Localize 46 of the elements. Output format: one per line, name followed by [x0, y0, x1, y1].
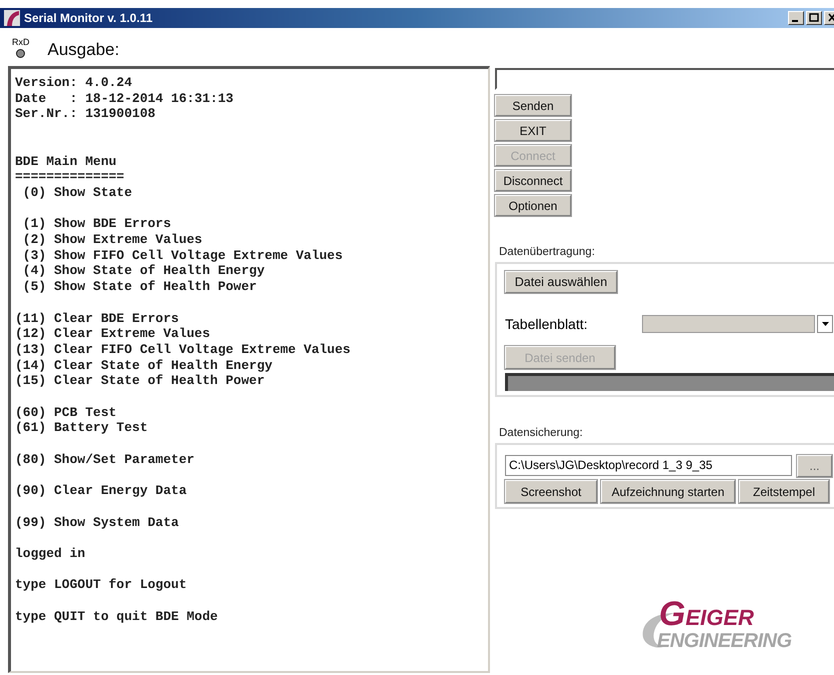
console-line: (0) Show State — [22, 184, 132, 201]
action-button[interactable]: Zeitstempel — [739, 480, 829, 503]
console-line: (14) Clear State of Health Energy — [15, 358, 272, 374]
group-label: Datensicherung: — [499, 427, 584, 439]
window-title: Serial Monitor v. 1.0.11 — [24, 11, 154, 25]
console-line: Ser.Nr.: 131900108 — [15, 106, 156, 122]
command-button[interactable]: Optionen — [495, 195, 571, 216]
command-button[interactable]: Disconnect — [495, 170, 571, 191]
logo-text: GEIGER — [659, 597, 755, 631]
console-line: (4) Show State of Health Energy — [22, 263, 265, 280]
console-line: (99) Show System Data — [15, 514, 179, 530]
maximize-button[interactable] — [806, 11, 822, 25]
console-line: BDE Main Menu — [15, 154, 116, 170]
console-line: logged in — [15, 546, 86, 562]
path-field[interactable]: C:\Users\JG\Desktop\record 1_3 9_35 — [505, 455, 792, 476]
console-line: ============== — [15, 169, 124, 185]
console-line: type LOGOUT for Logout — [15, 577, 187, 594]
console-line: (5) Show State of Health Power — [22, 279, 257, 295]
console-line: Date : 18-12-2014 16:31:13 — [15, 90, 234, 106]
console-line: (61) Battery Test — [15, 420, 148, 436]
minimize-button[interactable] — [788, 11, 804, 25]
console-line: (13) Clear FIFO Cell Voltage Extreme Values — [15, 342, 350, 358]
logo-text: ENGINEERING — [657, 631, 793, 651]
console-line: (60) PCB Test — [15, 404, 116, 420]
action-button[interactable]: Aufzeichnung starten — [601, 480, 735, 503]
command-button[interactable]: Senden — [495, 95, 571, 116]
console-line: (12) Clear Extreme Values — [15, 326, 210, 342]
choose-file-button[interactable]: Datei auswählen — [505, 271, 617, 293]
console-line: (90) Clear Energy Data — [15, 483, 187, 499]
app-icon — [4, 10, 20, 26]
browse-button[interactable]: ... — [797, 455, 832, 477]
console-line: (80) Show/Set Parameter — [15, 452, 194, 468]
console-line: (2) Show Extreme Values — [22, 232, 202, 248]
group-label: Datenübertragung: — [499, 246, 596, 258]
command-button[interactable]: EXIT — [495, 120, 571, 141]
output-title: Ausgabe: — [48, 40, 120, 60]
console-line: (11) Clear BDE Errors — [15, 310, 179, 326]
console-line: type QUIT to quit BDE Mode — [15, 608, 218, 624]
console-line: (15) Clear State of Health Power — [15, 373, 265, 390]
console-line: (3) Show FIFO Cell Voltage Extreme Values — [22, 248, 343, 264]
console-line: (1) Show BDE Errors — [22, 216, 172, 232]
command-input[interactable] — [495, 68, 834, 90]
action-button[interactable]: Screenshot — [505, 480, 597, 503]
rxd-label: RxD — [12, 36, 30, 46]
sheet-label: Tabellenblatt: — [505, 316, 589, 332]
console-line: Version: 4.0.24 — [15, 75, 132, 91]
